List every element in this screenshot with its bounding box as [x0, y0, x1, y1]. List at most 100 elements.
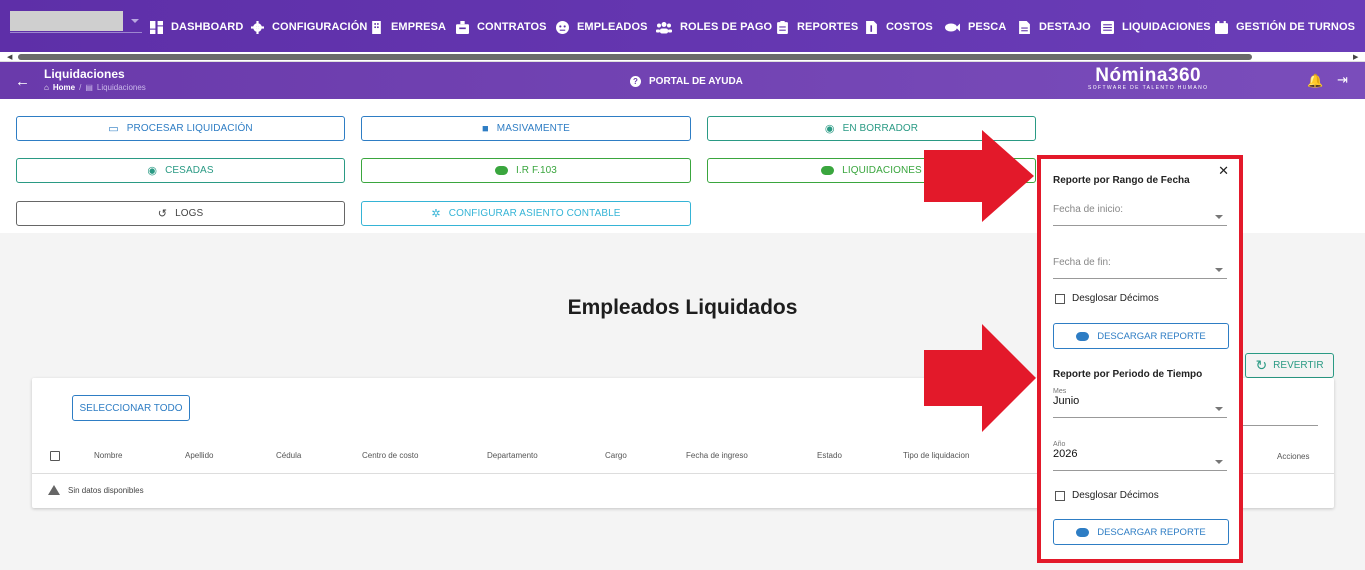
bell-icon[interactable]: 🔔 — [1307, 73, 1323, 89]
nav-pesca[interactable]: PESCA — [944, 19, 1006, 35]
nav-label: GESTIÓN DE TURNOS — [1236, 21, 1356, 33]
nav-costos[interactable]: COSTOS — [865, 19, 933, 35]
top-navigation: DASHBOARD CONFIGURACIÓN EMPRESA CONTRATO… — [0, 0, 1365, 52]
button-label: CESADAS — [165, 165, 214, 176]
dashboard-icon — [150, 20, 163, 34]
chevron-down-icon — [1215, 268, 1223, 272]
button-label: CONFIGURAR ASIENTO CONTABLE — [448, 208, 621, 219]
question-icon: ? — [630, 76, 641, 87]
download-report-button[interactable]: DESCARGAR REPORTE — [1053, 323, 1229, 349]
month-value: Junio — [1053, 395, 1080, 407]
file-icon — [1019, 20, 1030, 34]
download-report-button[interactable]: DESCARGAR REPORTE — [1053, 519, 1229, 545]
briefcase-outline-icon: ▭ — [108, 123, 119, 135]
empty-state: Sin datos disponibles — [48, 485, 144, 495]
company-select[interactable] — [10, 11, 142, 33]
column-header[interactable]: Tipo de liquidacion — [903, 451, 969, 460]
scroll-left-icon[interactable]: ◀ — [7, 53, 12, 61]
desglosar-checkbox[interactable]: Desglosar Décimos — [1055, 490, 1159, 501]
column-header[interactable]: Cédula — [276, 451, 301, 460]
ir-f103-button[interactable]: I.R F.103 — [361, 158, 691, 183]
horizontal-scrollbar[interactable]: ◀ ▶ — [0, 52, 1365, 62]
chevron-down-icon — [1215, 215, 1223, 219]
nav-empresa[interactable]: EMPRESA — [370, 19, 446, 35]
breadcrumb-home[interactable]: Home — [53, 83, 75, 92]
start-date-field[interactable]: Fecha de inicio: — [1053, 204, 1227, 226]
month-select[interactable]: Mes Junio — [1053, 388, 1227, 418]
logs-button[interactable]: ↺ LOGS — [16, 201, 345, 226]
nav-destajo[interactable]: DESTAJO — [1018, 19, 1091, 35]
desglosar-checkbox[interactable]: Desglosar Décimos — [1055, 293, 1159, 304]
scroll-right-icon[interactable]: ▶ — [1353, 53, 1358, 61]
column-header: Acciones — [1277, 452, 1310, 461]
column-header[interactable]: Cargo — [605, 451, 627, 460]
help-portal-link[interactable]: ? PORTAL DE AYUDA — [630, 76, 743, 87]
column-header[interactable]: Apellido — [185, 451, 213, 460]
page-header-title: Liquidaciones — [44, 67, 125, 81]
eye-icon: ◉ — [824, 123, 835, 135]
breadcrumb-separator: / — [79, 83, 82, 92]
nav-roles-de-pago[interactable]: ROLES DE PAGO — [656, 19, 772, 35]
nav-gestion-de-turnos[interactable]: GESTIÓN DE TURNOS — [1215, 19, 1355, 35]
cloud-upload-icon — [1076, 331, 1090, 341]
checkbox-box[interactable] — [1055, 490, 1065, 501]
briefcase-icon: ■ — [482, 122, 489, 135]
year-label: Año — [1053, 441, 1066, 448]
close-icon[interactable]: ✕ — [1218, 163, 1229, 179]
section-title: Reporte por Rango de Fecha — [1053, 175, 1190, 186]
nav-label: COSTOS — [886, 21, 933, 33]
breadcrumb-current: Liquidaciones — [96, 83, 146, 92]
configurar-asiento-button[interactable]: ✲ CONFIGURAR ASIENTO CONTABLE — [361, 201, 691, 226]
report-popup: ✕ Reporte por Rango de Fecha Fecha de in… — [1037, 155, 1243, 563]
chevron-down-icon — [1215, 407, 1223, 411]
nav-empleados[interactable]: EMPLEADOS — [556, 19, 648, 35]
revert-button[interactable]: ↻ REVERTIR — [1245, 353, 1334, 378]
history-icon: ↺ — [157, 208, 168, 220]
nav-configuracion[interactable]: CONFIGURACIÓN — [251, 19, 367, 35]
nav-reportes[interactable]: REPORTES — [776, 19, 858, 35]
logo-text: Nómina360 — [1095, 65, 1202, 86]
scrollbar-thumb[interactable] — [18, 54, 1252, 60]
section-title: Reporte por Periodo de Tiempo — [1053, 369, 1203, 380]
column-header[interactable]: Centro de costo — [362, 451, 418, 460]
checkbox-label: Desglosar Décimos — [1072, 293, 1159, 304]
year-select[interactable]: Año 2026 — [1053, 441, 1227, 471]
calendar-icon — [1215, 20, 1228, 34]
nav-label: PESCA — [968, 21, 1007, 33]
column-header[interactable]: Departamento — [487, 451, 538, 460]
clipboard-icon — [777, 20, 788, 34]
select-all-checkbox[interactable] — [50, 451, 60, 461]
page-header: ← Liquidaciones ⌂ Home / ▤ Liquidaciones… — [0, 62, 1365, 99]
nav-contratos[interactable]: CONTRATOS — [456, 19, 547, 35]
cloud-upload-icon — [495, 166, 509, 175]
users-icon — [656, 21, 672, 33]
annotation-arrow — [924, 324, 1036, 432]
back-arrow-icon[interactable]: ← — [15, 73, 30, 90]
building-icon — [372, 20, 381, 34]
column-header[interactable]: Fecha de ingreso — [686, 451, 748, 460]
employee-icon — [556, 20, 569, 34]
button-label: EN BORRADOR — [842, 123, 919, 134]
masivamente-button[interactable]: ■ MASIVAMENTE — [361, 116, 691, 141]
nav-label: EMPLEADOS — [577, 21, 648, 33]
month-label: Mes — [1053, 388, 1067, 395]
logout-icon[interactable]: ⇥ — [1337, 72, 1348, 88]
select-all-button[interactable]: SELECCIONAR TODO — [72, 395, 190, 421]
column-header[interactable]: Nombre — [94, 451, 122, 460]
database-icon: ▤ — [85, 83, 93, 92]
button-label: LOGS — [175, 208, 204, 219]
column-header[interactable]: Estado — [817, 451, 842, 460]
file-dollar-icon — [866, 20, 877, 34]
end-date-field[interactable]: Fecha de fin: — [1053, 257, 1227, 279]
nav-label: ROLES DE PAGO — [680, 21, 773, 33]
procesar-liquidacion-button[interactable]: ▭ PROCESAR LIQUIDACIÓN — [16, 116, 345, 141]
nav-liquidaciones[interactable]: LIQUIDACIONES — [1101, 19, 1211, 35]
nav-dashboard[interactable]: DASHBOARD — [150, 19, 243, 35]
nav-label: EMPRESA — [391, 21, 447, 33]
nav-label: REPORTES — [797, 21, 859, 33]
checkbox-box[interactable] — [1055, 293, 1065, 304]
year-value: 2026 — [1053, 448, 1078, 460]
cloud-upload-icon — [821, 166, 835, 175]
cesadas-button[interactable]: ◉ CESADAS — [16, 158, 345, 183]
annotation-arrow — [924, 130, 1034, 222]
